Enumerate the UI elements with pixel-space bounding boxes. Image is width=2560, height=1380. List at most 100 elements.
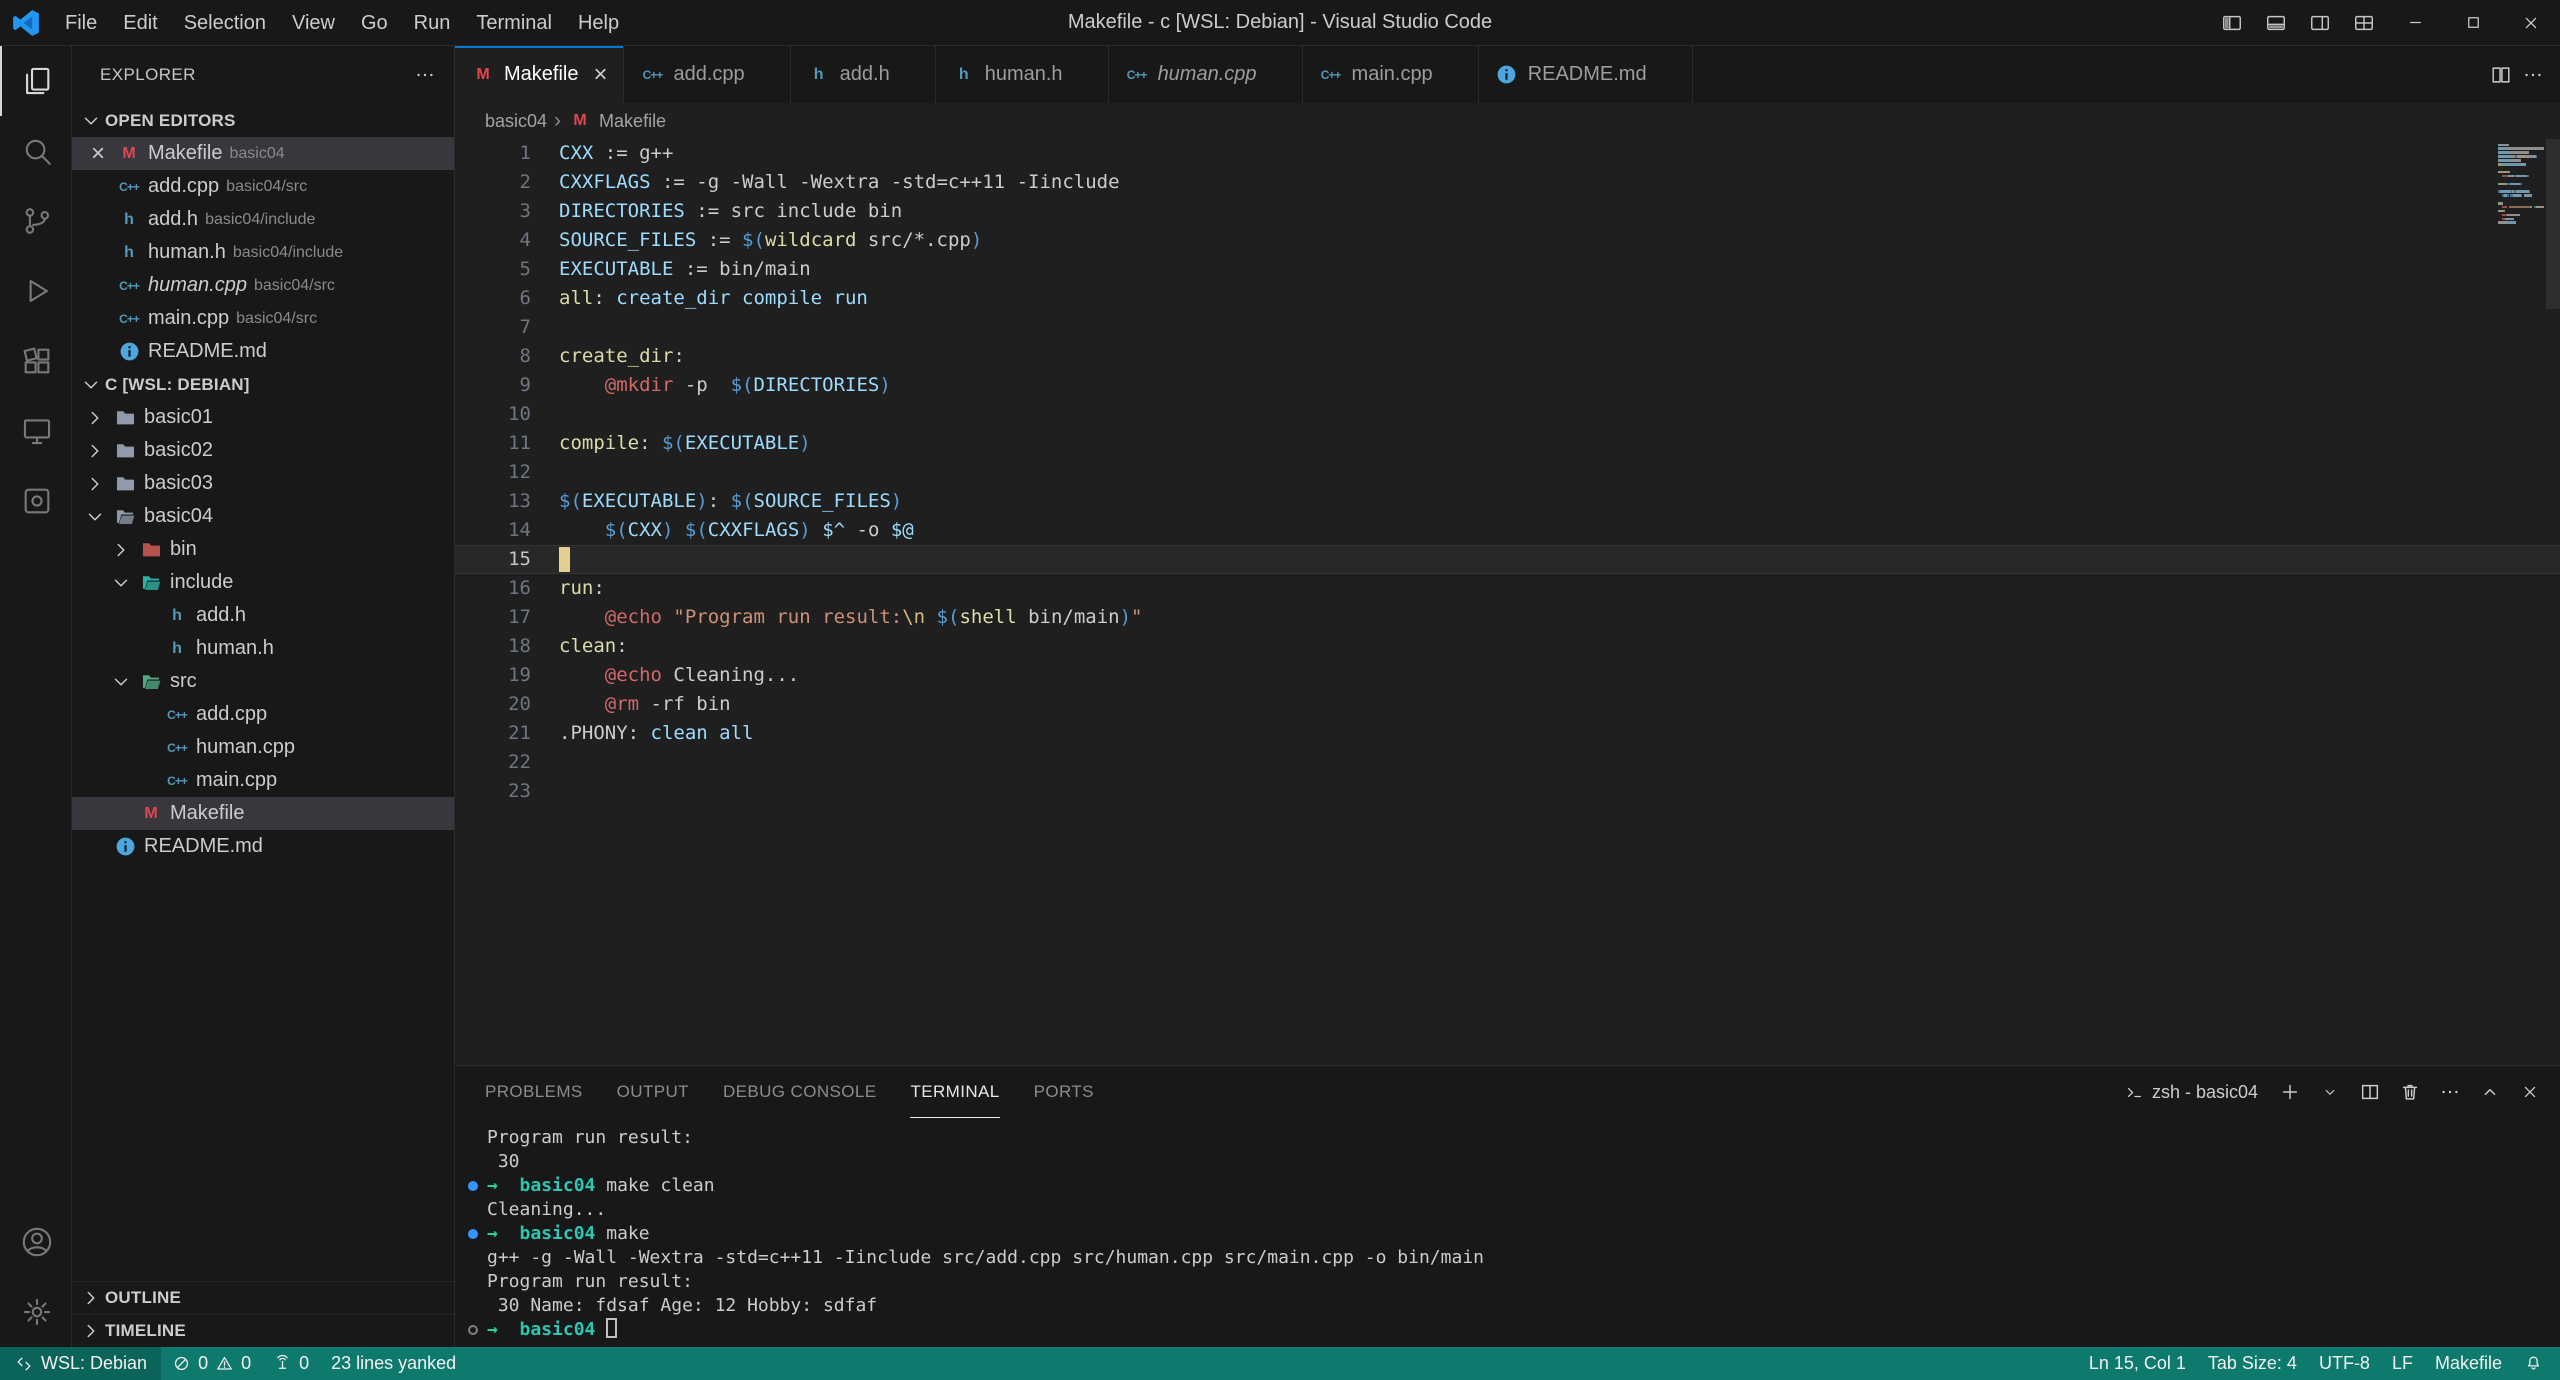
open-editors-header[interactable]: OPEN EDITORS: [72, 104, 454, 137]
tree-item-readme-md[interactable]: README.md: [72, 830, 454, 863]
code-line-21[interactable]: 21.PHONY: clean all: [455, 719, 2560, 748]
tree-item-basic04[interactable]: basic04: [72, 500, 454, 533]
code-line-17[interactable]: 17 @echo "Program run result:\n $(shell …: [455, 603, 2560, 632]
minimap[interactable]: [2498, 143, 2544, 232]
menu-view[interactable]: View: [279, 0, 348, 46]
split-terminal-icon[interactable]: [2352, 1074, 2388, 1110]
code-line-7[interactable]: 7: [455, 313, 2560, 342]
activity-accounts[interactable]: [0, 1207, 71, 1277]
code-line-13[interactable]: 13$(EXECUTABLE): $(SOURCE_FILES): [455, 487, 2560, 516]
tab-add-cpp[interactable]: C++add.cpp: [624, 46, 790, 103]
editor-scrollbar[interactable]: [2546, 139, 2560, 1065]
menu-run[interactable]: Run: [401, 0, 464, 46]
terminal-launch-dropdown-icon[interactable]: [2312, 1074, 2348, 1110]
code-line-8[interactable]: 8create_dir:: [455, 342, 2560, 371]
toggle-secondary-sidebar-icon[interactable]: [2298, 0, 2342, 46]
activity-manage[interactable]: [0, 1277, 71, 1347]
tab-human-cpp[interactable]: C++human.cpp: [1109, 46, 1303, 103]
editor-more-actions-icon[interactable]: [2522, 64, 2544, 86]
tree-item-include[interactable]: include: [72, 566, 454, 599]
tree-item-bin[interactable]: bin: [72, 533, 454, 566]
panel-more-actions-icon[interactable]: [2432, 1074, 2468, 1110]
code-line-3[interactable]: 3DIRECTORIES := src include bin: [455, 197, 2560, 226]
close-icon[interactable]: [2502, 0, 2560, 46]
open-editor-add-h[interactable]: hadd.hbasic04/include: [72, 203, 454, 236]
code-line-23[interactable]: 23: [455, 777, 2560, 806]
outline-header[interactable]: OUTLINE: [72, 1281, 454, 1314]
tree-item-add-h[interactable]: hadd.h: [72, 599, 454, 632]
code-line-9[interactable]: 9 @mkdir -p $(DIRECTORIES): [455, 371, 2560, 400]
tab-main-cpp[interactable]: C++main.cpp: [1303, 46, 1479, 103]
new-terminal-icon[interactable]: [2272, 1074, 2308, 1110]
activity-remote-tools[interactable]: [0, 466, 71, 536]
code-line-4[interactable]: 4SOURCE_FILES := $(wildcard src/*.cpp): [455, 226, 2560, 255]
code-line-14[interactable]: 14 $(CXX) $(CXXFLAGS) $^ -o $@: [455, 516, 2560, 545]
panel-tab-problems[interactable]: PROBLEMS: [485, 1066, 583, 1118]
explorer-more-actions-icon[interactable]: [414, 64, 436, 86]
close-icon[interactable]: ×: [587, 62, 613, 88]
command-decoration-icon[interactable]: [468, 1325, 478, 1335]
tree-item-src[interactable]: src: [72, 665, 454, 698]
language-mode[interactable]: Makefile: [2424, 1347, 2513, 1380]
tab-human-h[interactable]: hhuman.h: [936, 46, 1109, 103]
open-editor-human-h[interactable]: hhuman.hbasic04/include: [72, 236, 454, 269]
panel-tab-debug-console[interactable]: DEBUG CONSOLE: [723, 1066, 877, 1118]
split-editor-icon[interactable]: [2490, 64, 2512, 86]
ports-indicator[interactable]: 0: [262, 1347, 320, 1380]
open-editor-human-cpp[interactable]: C++human.cppbasic04/src: [72, 269, 454, 302]
code-line-19[interactable]: 19 @echo Cleaning...: [455, 661, 2560, 690]
tree-item-add-cpp[interactable]: C++add.cpp: [72, 698, 454, 731]
open-editor-readme-md[interactable]: README.md: [72, 335, 454, 368]
activity-extensions[interactable]: [0, 326, 71, 396]
code-line-2[interactable]: 2CXXFLAGS := -g -Wall -Wextra -std=c++11…: [455, 168, 2560, 197]
toggle-panel-icon[interactable]: [2254, 0, 2298, 46]
code-line-12[interactable]: 12: [455, 458, 2560, 487]
menu-help[interactable]: Help: [565, 0, 632, 46]
close-icon[interactable]: ×: [86, 142, 110, 166]
tree-item-basic03[interactable]: basic03: [72, 467, 454, 500]
open-editor-add-cpp[interactable]: C++add.cppbasic04/src: [72, 170, 454, 203]
tree-item-human-cpp[interactable]: C++human.cpp: [72, 731, 454, 764]
menu-file[interactable]: File: [52, 0, 110, 46]
code-line-15[interactable]: 15: [455, 545, 2560, 574]
menu-selection[interactable]: Selection: [171, 0, 279, 46]
panel-tab-ports[interactable]: PORTS: [1034, 1066, 1094, 1118]
open-editor-main-cpp[interactable]: C++main.cppbasic04/src: [72, 302, 454, 335]
terminal[interactable]: Program run result: 30→ basic04 make cle…: [455, 1118, 2560, 1347]
code-line-16[interactable]: 16run:: [455, 574, 2560, 603]
scrollbar-thumb[interactable]: [2546, 139, 2560, 309]
eol-selector[interactable]: LF: [2381, 1347, 2424, 1380]
tab-readme-md[interactable]: README.md: [1479, 46, 1693, 103]
code-line-11[interactable]: 11compile: $(EXECUTABLE): [455, 429, 2560, 458]
menu-edit[interactable]: Edit: [110, 0, 170, 46]
breadcrumb-file[interactable]: Makefile: [599, 111, 666, 132]
panel-tab-output[interactable]: OUTPUT: [617, 1066, 689, 1118]
tree-item-basic01[interactable]: basic01: [72, 401, 454, 434]
open-editor-makefile[interactable]: ×MMakefilebasic04: [72, 137, 454, 170]
code-line-22[interactable]: 22: [455, 748, 2560, 777]
toggle-primary-sidebar-icon[interactable]: [2210, 0, 2254, 46]
indentation[interactable]: Tab Size: 4: [2197, 1347, 2308, 1380]
workspace-folder-header[interactable]: C [WSL: DEBIAN]: [72, 368, 454, 401]
code-line-20[interactable]: 20 @rm -rf bin: [455, 690, 2560, 719]
cursor-position[interactable]: Ln 15, Col 1: [2078, 1347, 2197, 1380]
tab-makefile[interactable]: MMakefile×: [455, 46, 624, 103]
code-line-1[interactable]: 1CXX := g++: [455, 139, 2560, 168]
problems-indicator[interactable]: 0 0: [161, 1347, 262, 1380]
activity-remote-explorer[interactable]: [0, 396, 71, 466]
maximize-panel-icon[interactable]: [2472, 1074, 2508, 1110]
code-line-18[interactable]: 18clean:: [455, 632, 2560, 661]
tree-item-makefile[interactable]: MMakefile: [72, 797, 454, 830]
remote-indicator[interactable]: WSL: Debian: [0, 1347, 161, 1380]
activity-search[interactable]: [0, 116, 71, 186]
terminal-instance-label[interactable]: zsh - basic04: [2125, 1082, 2258, 1103]
command-decoration-icon[interactable]: [468, 1181, 478, 1191]
activity-run-and-debug[interactable]: [0, 256, 71, 326]
code-line-6[interactable]: 6all: create_dir compile run: [455, 284, 2560, 313]
maximize-icon[interactable]: [2444, 0, 2502, 46]
close-panel-icon[interactable]: [2512, 1074, 2548, 1110]
tree-item-main-cpp[interactable]: C++main.cpp: [72, 764, 454, 797]
activity-explorer[interactable]: [0, 46, 71, 116]
panel-tab-terminal[interactable]: TERMINAL: [910, 1066, 999, 1118]
command-decoration-icon[interactable]: [468, 1229, 478, 1239]
